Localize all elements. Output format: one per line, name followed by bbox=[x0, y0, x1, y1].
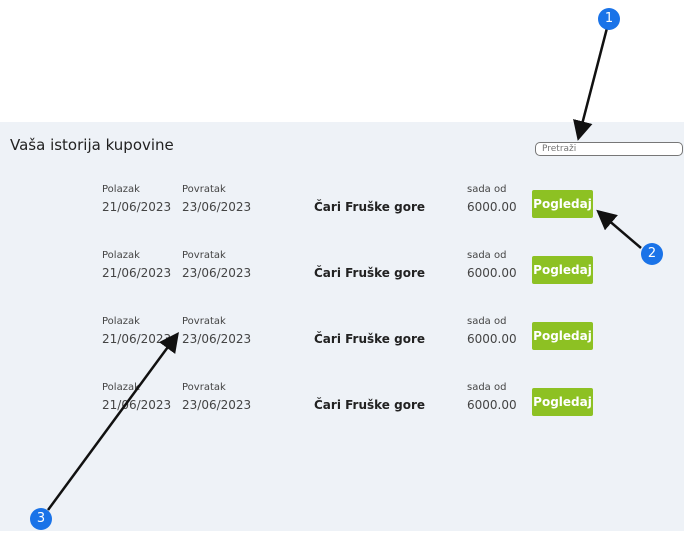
trip-name: Čari Fruške gore bbox=[314, 332, 426, 346]
return-date: 23/06/2023 bbox=[182, 200, 252, 214]
price-label: sada od bbox=[467, 250, 507, 261]
annotation-marker-3: 3 bbox=[30, 508, 52, 530]
depart-date: 21/06/2023 bbox=[102, 200, 172, 214]
trip-name: Čari Fruške gore bbox=[314, 266, 426, 280]
price-label: sada od bbox=[467, 382, 507, 393]
view-button[interactable]: Pogledaj bbox=[532, 322, 593, 350]
price-value: 6000.00 bbox=[467, 266, 517, 280]
return-date: 23/06/2023 bbox=[182, 332, 252, 346]
annotation-marker-1: 1 bbox=[598, 8, 620, 30]
price-value: 6000.00 bbox=[467, 200, 517, 214]
return-label: Povratak bbox=[182, 382, 226, 393]
trip-name: Čari Fruške gore bbox=[314, 200, 426, 214]
price-value: 6000.00 bbox=[467, 332, 517, 346]
purchase-row: Polazak 21/06/2023 Povratak 23/06/2023 Č… bbox=[0, 382, 684, 422]
view-button[interactable]: Pogledaj bbox=[532, 388, 593, 416]
view-button[interactable]: Pogledaj bbox=[532, 190, 593, 218]
price-label: sada od bbox=[467, 316, 507, 327]
return-date: 23/06/2023 bbox=[182, 266, 252, 280]
depart-date: 21/06/2023 bbox=[102, 398, 172, 412]
depart-date: 21/06/2023 bbox=[102, 266, 172, 280]
purchase-row: Polazak 21/06/2023 Povratak 23/06/2023 Č… bbox=[0, 316, 684, 356]
return-label: Povratak bbox=[182, 250, 226, 261]
depart-date: 21/06/2023 bbox=[102, 332, 172, 346]
purchase-row: Polazak 21/06/2023 Povratak 23/06/2023 Č… bbox=[0, 250, 684, 290]
view-button[interactable]: Pogledaj bbox=[532, 256, 593, 284]
search-input[interactable] bbox=[535, 142, 683, 156]
depart-label: Polazak bbox=[102, 382, 140, 393]
trip-name: Čari Fruške gore bbox=[314, 398, 426, 412]
return-date: 23/06/2023 bbox=[182, 398, 252, 412]
price-label: sada od bbox=[467, 184, 507, 195]
return-label: Povratak bbox=[182, 316, 226, 327]
page-title: Vaša istorija kupovine bbox=[10, 136, 174, 154]
return-label: Povratak bbox=[182, 184, 226, 195]
depart-label: Polazak bbox=[102, 250, 140, 261]
arrow-1 bbox=[573, 27, 609, 141]
depart-label: Polazak bbox=[102, 316, 140, 327]
purchase-row: Polazak 21/06/2023 Povratak 23/06/2023 Č… bbox=[0, 184, 684, 224]
annotation-marker-2: 2 bbox=[641, 243, 663, 265]
price-value: 6000.00 bbox=[467, 398, 517, 412]
depart-label: Polazak bbox=[102, 184, 140, 195]
